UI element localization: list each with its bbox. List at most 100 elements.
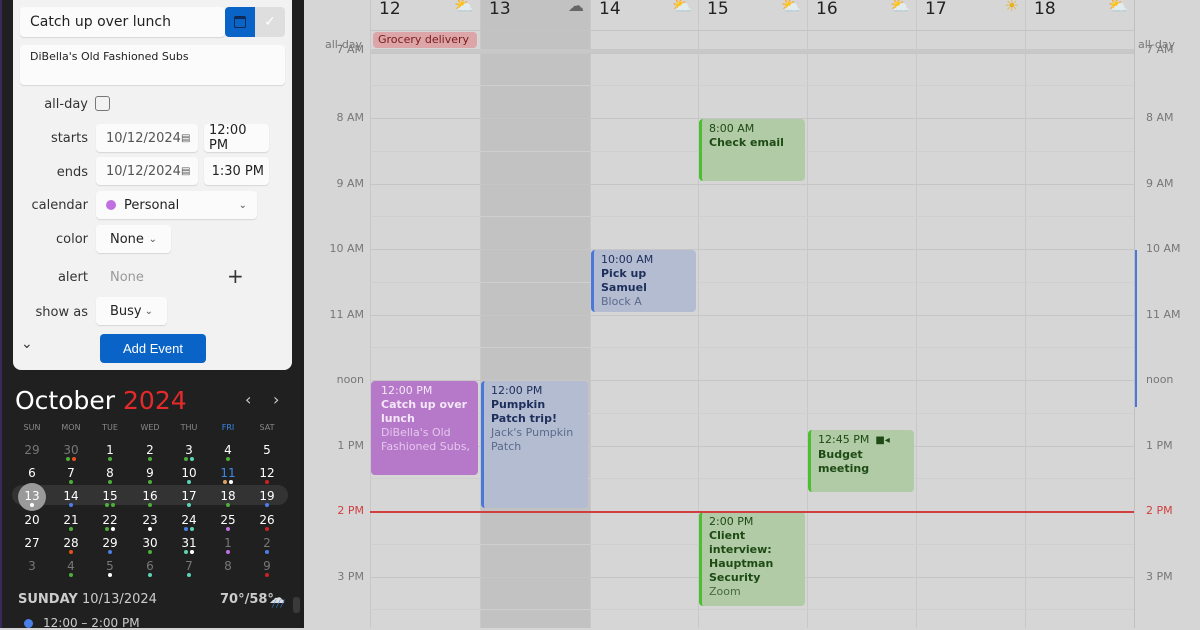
mini-day[interactable]: 19 <box>249 489 285 511</box>
all-day-event[interactable]: Grocery delivery <box>373 32 477 48</box>
event-location: Block A <box>601 295 642 308</box>
chevron-down-icon[interactable]: ⌄ <box>21 336 33 352</box>
mini-day[interactable]: 13 <box>14 483 50 512</box>
mini-day[interactable]: 22 <box>92 513 128 535</box>
mini-day[interactable]: 4 <box>53 559 89 581</box>
calendar-event[interactable]: 12:00 PM Catch up over lunch DiBella's Old… <box>371 381 478 476</box>
event-dots <box>132 503 168 508</box>
mini-day[interactable]: 2 <box>132 443 168 465</box>
next-month-button[interactable]: › <box>273 390 279 409</box>
calendar-event[interactable]: 2:00 PM Client interview: Hauptman Securi… <box>699 512 805 607</box>
event-dots <box>132 573 168 577</box>
start-date-input[interactable]: 10/12/2024 ▤ <box>96 124 198 152</box>
calendar-event[interactable]: 10:00 AM Pick up Samuel Block A <box>591 250 696 312</box>
hour-label-right: 7 AM <box>1146 42 1174 56</box>
mini-day[interactable]: 9 <box>132 466 168 488</box>
mini-day[interactable]: 7 <box>171 559 207 581</box>
mini-day[interactable]: 5 <box>92 559 128 581</box>
mini-day[interactable]: 3 <box>171 443 207 465</box>
summary-date: 10/13/2024 <box>81 592 157 607</box>
day-number: 9 <box>146 466 154 481</box>
day-number: 21 <box>63 512 79 527</box>
title-input[interactable]: Catch up over lunch <box>20 7 225 37</box>
calendar-event[interactable]: 12:45 PM ■◂ Budget meeting <box>808 430 914 492</box>
mini-day[interactable]: 23 <box>132 513 168 535</box>
mini-day[interactable]: 14 <box>53 489 89 511</box>
half-hour-line <box>370 347 1134 349</box>
hour-label: 7 AM <box>336 42 364 56</box>
prev-month-button[interactable]: ‹ <box>245 390 251 409</box>
day-number: 18 <box>220 489 236 504</box>
event-time: 10:00 AM <box>601 253 689 267</box>
hour-label-right: 9 AM <box>1146 176 1174 190</box>
mini-day[interactable]: 1 <box>210 536 246 558</box>
mini-day[interactable]: 8 <box>92 466 128 488</box>
alert-label: alert <box>57 270 88 285</box>
mini-day[interactable]: 29 <box>92 536 128 558</box>
mini-day[interactable]: 30 <box>53 443 89 465</box>
all-day-checkbox[interactable] <box>95 96 110 111</box>
end-time-input[interactable]: 1:30 PM <box>204 157 269 185</box>
event-dots <box>53 526 89 531</box>
mini-day[interactable]: 21 <box>53 513 89 535</box>
hour-label-right: 10 AM <box>1146 242 1181 255</box>
show-as-select[interactable]: Busy ⌄ <box>96 297 167 325</box>
event-dots <box>249 526 285 531</box>
start-time-input[interactable]: 12:00 PM <box>204 123 269 153</box>
mini-day[interactable]: 28 <box>53 536 89 558</box>
mini-day[interactable]: 29 <box>14 443 50 465</box>
mini-day[interactable]: 26 <box>249 513 285 535</box>
mini-day[interactable]: 11 <box>210 466 246 488</box>
mini-day[interactable]: 2 <box>249 536 285 558</box>
event-dots <box>14 503 50 508</box>
mini-day[interactable]: 30 <box>132 536 168 558</box>
mini-day[interactable]: 20 <box>14 513 50 535</box>
mini-day[interactable]: 5 <box>249 443 285 465</box>
event-dot <box>148 573 152 577</box>
day-number: 13 <box>489 0 511 19</box>
mini-day[interactable]: 18 <box>210 489 246 511</box>
mini-day[interactable]: 8 <box>210 559 246 581</box>
mini-day[interactable]: 31 <box>171 536 207 558</box>
calendar-icon[interactable]: ▤ <box>181 166 190 177</box>
location-input[interactable]: DiBella's Old Fashioned Subs <box>20 45 285 85</box>
mini-day[interactable]: 17 <box>171 489 207 511</box>
calendar-event[interactable]: 12:00 PM Pumpkin Patch trip! Jack's Pumpki… <box>481 381 588 508</box>
event-dot <box>72 457 76 461</box>
mini-day[interactable]: 15 <box>92 489 128 511</box>
mini-day[interactable]: 16 <box>132 489 168 511</box>
mini-day[interactable]: 6 <box>132 559 168 581</box>
event-dots <box>171 549 207 554</box>
calendar-event[interactable]: 8:00 AM Check email <box>699 119 805 181</box>
confirm-button[interactable]: ✓ <box>255 7 285 37</box>
mini-day[interactable]: 9 <box>249 559 285 581</box>
mini-day[interactable]: 12 <box>249 466 285 488</box>
mini-day[interactable]: 27 <box>14 536 50 558</box>
day-number: 27 <box>24 535 40 550</box>
event-dot <box>190 526 194 531</box>
calendar-view-button[interactable] <box>225 7 255 37</box>
event-dot <box>148 526 152 531</box>
scrollbar[interactable] <box>293 597 300 613</box>
mini-day[interactable]: 24 <box>171 513 207 535</box>
day-number: 23 <box>142 512 158 527</box>
calendar-select[interactable]: Personal ⌄ <box>96 191 257 219</box>
day-number: 30 <box>142 535 158 550</box>
event-time: 2:00 PM <box>709 515 798 529</box>
mini-day[interactable]: 7 <box>53 466 89 488</box>
add-event-button[interactable]: Add Event <box>100 334 206 363</box>
plus-icon[interactable]: + <box>227 264 244 288</box>
color-select[interactable]: None ⌄ <box>96 225 171 253</box>
alert-value[interactable]: None <box>110 270 144 285</box>
event-dots <box>210 549 246 554</box>
end-date-input[interactable]: 10/12/2024 ▤ <box>96 157 198 185</box>
event-dot <box>223 480 227 485</box>
calendar-icon[interactable]: ▤ <box>181 133 190 144</box>
scroll-indicator[interactable] <box>1135 250 1137 407</box>
mini-day[interactable]: 1 <box>92 443 128 465</box>
mini-day[interactable]: 10 <box>171 466 207 488</box>
event-dots <box>92 457 128 461</box>
mini-day[interactable]: 25 <box>210 513 246 535</box>
mini-day[interactable]: 4 <box>210 443 246 465</box>
mini-day[interactable]: 3 <box>14 559 50 581</box>
